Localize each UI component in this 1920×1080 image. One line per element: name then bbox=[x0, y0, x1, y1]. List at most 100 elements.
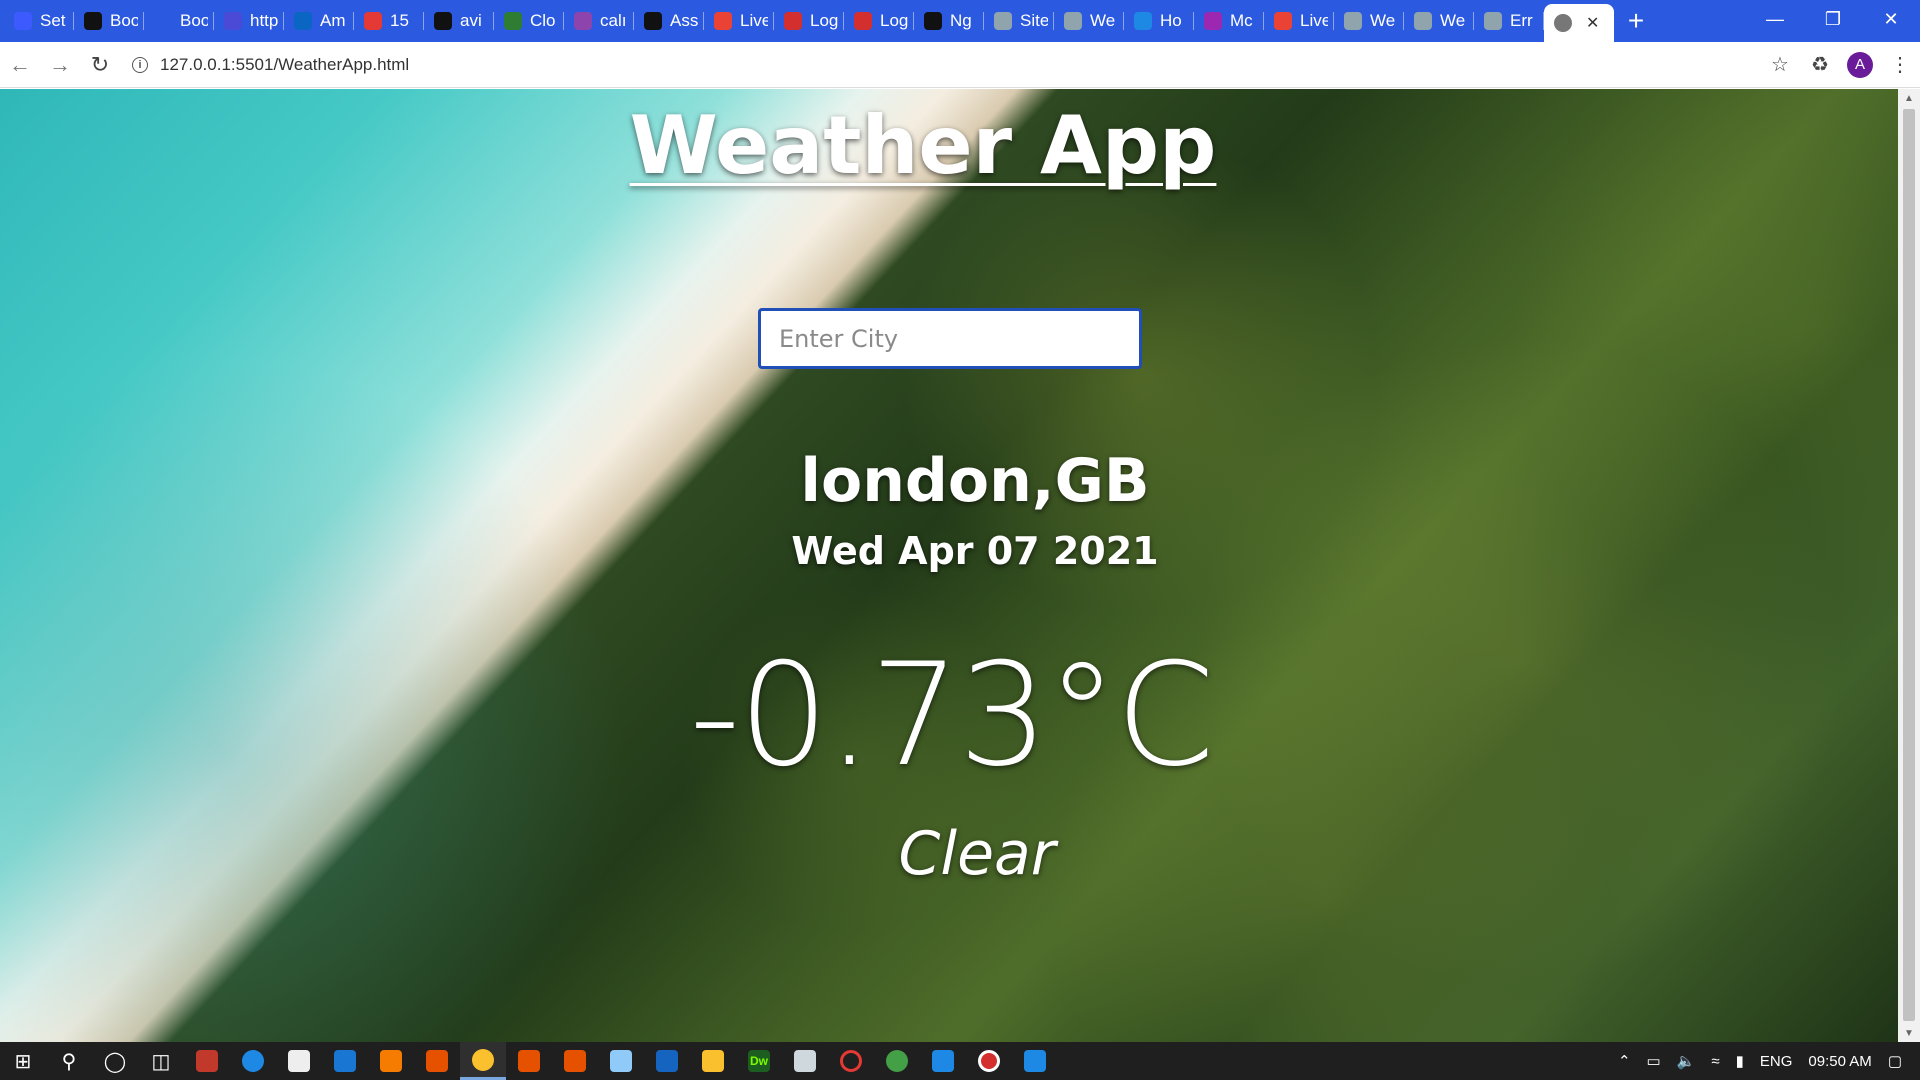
taskbar-app-7[interactable] bbox=[782, 1042, 828, 1080]
taskbar-explorer[interactable] bbox=[690, 1042, 736, 1080]
forward-button[interactable]: → bbox=[40, 45, 80, 85]
taskbar-opera[interactable] bbox=[828, 1042, 874, 1080]
cortana-button[interactable]: ◯ bbox=[92, 1042, 138, 1080]
taskbar-app-6[interactable] bbox=[644, 1042, 690, 1080]
globe-icon bbox=[1554, 14, 1572, 32]
taskbar-app-9[interactable] bbox=[920, 1042, 966, 1080]
browser-tab[interactable]: We bbox=[1404, 0, 1474, 42]
browser-tab[interactable]: We bbox=[1054, 0, 1124, 42]
notification-icon[interactable]: ▢ bbox=[1880, 1052, 1920, 1070]
search-button[interactable]: ⚲ bbox=[46, 1042, 92, 1080]
folder-icon bbox=[702, 1050, 724, 1072]
reload-button[interactable]: ↻ bbox=[80, 45, 120, 85]
favicon-icon bbox=[1414, 12, 1432, 30]
taskbar-recorder[interactable] bbox=[966, 1042, 1012, 1080]
date-label: Wed Apr 07 2021 bbox=[791, 529, 1159, 573]
browser-tab[interactable]: 15 bbox=[354, 0, 424, 42]
browser-toolbar: ← → ↻ i 127.0.0.1:5501/WeatherApp.html ☆… bbox=[0, 42, 1920, 88]
browser-tab[interactable]: Log bbox=[844, 0, 914, 42]
store-icon bbox=[288, 1050, 310, 1072]
browser-tab[interactable]: Am bbox=[284, 0, 354, 42]
taskbar-app-4[interactable] bbox=[552, 1042, 598, 1080]
favicon-icon bbox=[1134, 12, 1152, 30]
favicon-icon bbox=[644, 12, 662, 30]
taskbar-edge[interactable] bbox=[230, 1042, 276, 1080]
tab-label: Live bbox=[740, 11, 768, 30]
browser-tab[interactable]: calı bbox=[564, 0, 634, 42]
scroll-up-arrow-icon[interactable]: ▲ bbox=[1898, 89, 1920, 107]
info-icon[interactable]: i bbox=[132, 56, 148, 73]
clock[interactable]: 09:50 AM bbox=[1800, 1053, 1879, 1070]
tab-label: Log bbox=[880, 11, 908, 30]
new-tab-button[interactable]: + bbox=[1614, 0, 1658, 42]
chevron-up-icon[interactable]: ⌃ bbox=[1610, 1052, 1639, 1070]
app-icon bbox=[932, 1050, 954, 1072]
browser-tab[interactable]: Live bbox=[1264, 0, 1334, 42]
volume-icon[interactable]: 🔈 bbox=[1669, 1052, 1704, 1070]
browser-tab-active[interactable]: ✕ bbox=[1544, 4, 1614, 42]
browser-tab[interactable]: We bbox=[1334, 0, 1404, 42]
vertical-scrollbar[interactable]: ▲ ▼ bbox=[1898, 89, 1920, 1042]
taskbar-store[interactable] bbox=[276, 1042, 322, 1080]
favicon-icon bbox=[154, 12, 172, 30]
browser-tab[interactable]: Err bbox=[1474, 0, 1544, 42]
puzzle-icon: ♻ bbox=[1811, 54, 1829, 76]
address-bar[interactable]: i 127.0.0.1:5501/WeatherApp.html bbox=[126, 48, 1760, 82]
battery-icon[interactable]: ▭ bbox=[1639, 1052, 1669, 1070]
browser-tab[interactable]: Boo bbox=[144, 0, 214, 42]
browser-tab[interactable]: Mc bbox=[1194, 0, 1264, 42]
taskbar-mail[interactable] bbox=[322, 1042, 368, 1080]
browser-tab[interactable]: Clo bbox=[494, 0, 564, 42]
back-button[interactable]: ← bbox=[0, 45, 40, 85]
taskbar-app-8[interactable] bbox=[874, 1042, 920, 1080]
tab-label: http bbox=[250, 11, 278, 30]
taskbar-dreamweaver[interactable]: Dw bbox=[736, 1042, 782, 1080]
wifi-icon[interactable]: ≈ bbox=[1703, 1053, 1727, 1070]
start-button[interactable]: ⊞ bbox=[0, 1042, 46, 1080]
tab-label: Am bbox=[320, 11, 346, 30]
browser-tab[interactable]: Boo bbox=[74, 0, 144, 42]
favicon-icon bbox=[224, 12, 242, 30]
arrow-left-icon: ← bbox=[9, 51, 31, 77]
app-icon bbox=[610, 1050, 632, 1072]
browser-tab[interactable]: Set bbox=[4, 0, 74, 42]
power-icon[interactable]: ▮ bbox=[1728, 1052, 1752, 1070]
minimize-button[interactable]: — bbox=[1746, 0, 1804, 38]
language-indicator[interactable]: ENG bbox=[1752, 1053, 1801, 1070]
browser-tab[interactable]: http bbox=[214, 0, 284, 42]
record-icon bbox=[978, 1050, 1000, 1072]
browser-tab[interactable]: Ass bbox=[634, 0, 704, 42]
taskbar-app-3[interactable] bbox=[506, 1042, 552, 1080]
taskbar-vscode[interactable] bbox=[1012, 1042, 1058, 1080]
task-view-button[interactable]: ◫ bbox=[138, 1042, 184, 1080]
profile-button[interactable]: A bbox=[1840, 45, 1880, 85]
taskbar-app-1[interactable] bbox=[184, 1042, 230, 1080]
extensions-button[interactable]: ♻ bbox=[1800, 45, 1840, 85]
vlc-icon bbox=[380, 1050, 402, 1072]
scroll-thumb[interactable] bbox=[1903, 109, 1915, 1021]
menu-button[interactable]: ⋮ bbox=[1880, 45, 1920, 85]
bookmark-star-button[interactable]: ☆ bbox=[1760, 45, 1800, 85]
browser-tab[interactable]: Ng bbox=[914, 0, 984, 42]
scroll-down-arrow-icon[interactable]: ▼ bbox=[1898, 1024, 1920, 1042]
browser-tab[interactable]: Log bbox=[774, 0, 844, 42]
app-icon bbox=[656, 1050, 678, 1072]
taskbar-chrome[interactable] bbox=[460, 1042, 506, 1080]
task-view-icon: ◫ bbox=[151, 1050, 171, 1073]
city-search-input[interactable] bbox=[758, 308, 1142, 369]
restore-button[interactable]: ❐ bbox=[1804, 0, 1862, 38]
favicon-icon bbox=[1064, 12, 1082, 30]
windows-taskbar: ⊞ ⚲ ◯ ◫ Dw ⌃ ▭ 🔈 ≈ ▮ ENG 09:50 AM ▢ bbox=[0, 1042, 1920, 1080]
close-window-button[interactable]: ✕ bbox=[1862, 0, 1920, 38]
favicon-icon bbox=[1204, 12, 1222, 30]
browser-tab[interactable]: Live bbox=[704, 0, 774, 42]
favicon-icon bbox=[994, 12, 1012, 30]
taskbar-vlc[interactable] bbox=[368, 1042, 414, 1080]
browser-tab[interactable]: Ho bbox=[1124, 0, 1194, 42]
browser-tab[interactable]: Site bbox=[984, 0, 1054, 42]
browser-tab[interactable]: avi bbox=[424, 0, 494, 42]
close-tab-icon[interactable]: ✕ bbox=[1586, 13, 1599, 33]
favicon-icon bbox=[1484, 12, 1502, 30]
taskbar-app-2[interactable] bbox=[414, 1042, 460, 1080]
taskbar-app-5[interactable] bbox=[598, 1042, 644, 1080]
